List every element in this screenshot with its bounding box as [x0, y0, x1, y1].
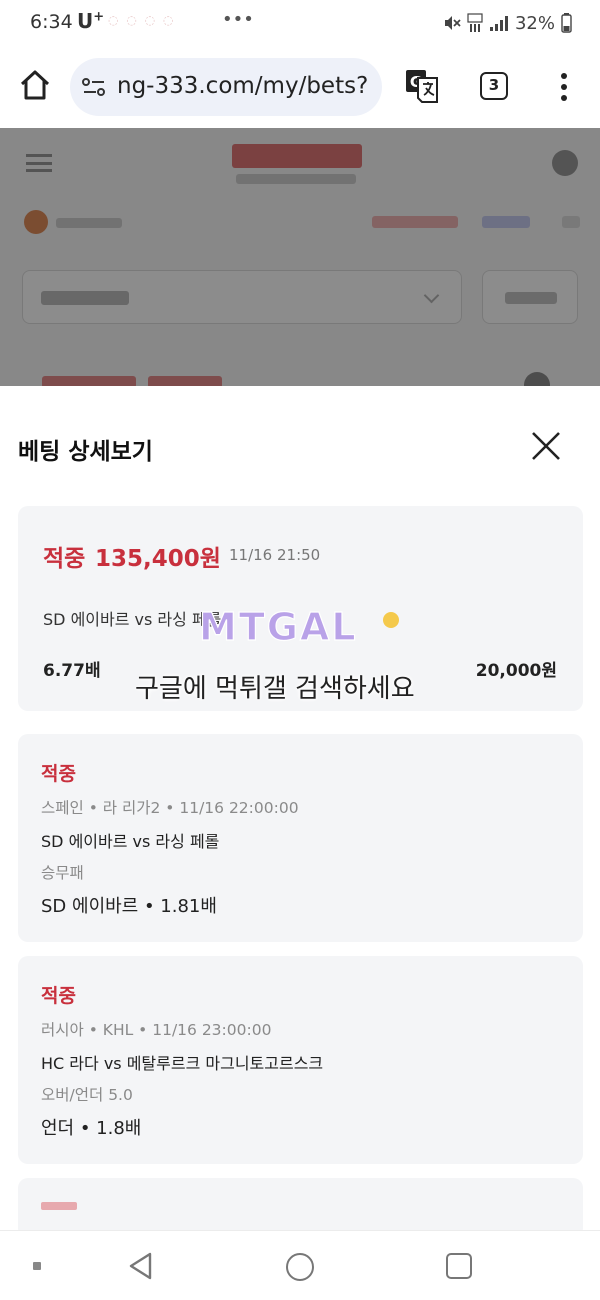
mute-icon: [444, 16, 461, 30]
carrier-label: U+: [77, 9, 104, 33]
battery-percent: 32%: [514, 12, 555, 34]
bet-item-card: 적중 스페인 • 라 리가2 • 11/16 22:00:00 SD 에이바르 …: [18, 734, 583, 942]
result-status: 적중: [43, 546, 86, 572]
total-odds: 6.77배: [43, 661, 101, 681]
notification-more-icon: •••: [222, 9, 254, 30]
close-icon[interactable]: [530, 430, 562, 462]
site-settings-icon[interactable]: [82, 77, 106, 97]
more-vert-icon[interactable]: [554, 70, 574, 104]
sheet-title: 베팅 상세보기: [18, 439, 153, 465]
bet-pick: 언더 • 1.8배: [41, 1118, 142, 1139]
watermark-caption: 구글에 먹튀갤 검색하세요: [135, 674, 415, 704]
bet-market: 오버/언더 5.0: [41, 1086, 133, 1104]
tab-switcher-button[interactable]: 3: [480, 72, 508, 100]
nav-indicator-icon: [33, 1262, 41, 1270]
bet-market: 승무패: [41, 864, 84, 882]
bet-datetime: 11/16 21:50: [229, 546, 321, 564]
bet-status: [41, 1202, 77, 1210]
bet-item-card: 적중 러시아 • KHL • 11/16 23:00:00 HC 라다 vs 메…: [18, 956, 583, 1164]
bet-status: 적중: [41, 985, 76, 1007]
bet-item-card: [18, 1178, 583, 1230]
bet-match: HC 라다 vs 메탈루르크 마그니토고르스크: [41, 1054, 324, 1073]
battery-icon: [561, 13, 572, 33]
watermark-logo-text: MTGAL: [199, 605, 358, 649]
stake-amount: 20,000원: [475, 661, 557, 681]
bet-detail-sheet: 베팅 상세보기 적중 135,400원 11/16 21:50 SD 에이바르 …: [0, 386, 600, 1230]
nav-home-icon[interactable]: [286, 1253, 314, 1281]
translate-icon[interactable]: G: [404, 68, 440, 104]
bet-league-info: 스페인 • 라 리가2 • 11/16 22:00:00: [41, 799, 299, 817]
bet-match: SD 에이바르 vs 라싱 페롤: [41, 832, 220, 851]
nav-back-icon[interactable]: [126, 1251, 156, 1281]
watermark-logo: MTGAL: [198, 604, 399, 650]
lte-icon: [467, 13, 483, 32]
system-nav-bar: [0, 1230, 600, 1300]
bet-status: 적중: [41, 763, 76, 785]
status-bar: 6:34 U+ ◌ ◌ ◌ ◌ ••• 32%: [0, 0, 600, 46]
modal-backdrop[interactable]: [0, 128, 600, 386]
bet-league-info: 러시아 • KHL • 11/16 23:00:00: [41, 1021, 272, 1039]
status-right-icons: 32%: [443, 9, 572, 37]
payout-amount: 135,400원: [95, 546, 221, 572]
home-icon[interactable]: [18, 68, 52, 102]
address-bar[interactable]: ng-333.com/my/bets?: [70, 58, 382, 116]
browser-toolbar: ng-333.com/my/bets? G 3: [0, 46, 600, 128]
carrier-name: U: [77, 9, 94, 33]
carrier-plus: +: [93, 9, 105, 25]
url-text[interactable]: ng-333.com/my/bets?: [117, 73, 368, 99]
status-time: 6:34: [30, 11, 73, 33]
nav-recents-icon[interactable]: [446, 1253, 472, 1279]
signal-icon: [489, 16, 508, 31]
notification-icons: ◌ ◌ ◌ ◌: [108, 13, 176, 27]
bet-pick: SD 에이바르 • 1.81배: [41, 896, 217, 917]
